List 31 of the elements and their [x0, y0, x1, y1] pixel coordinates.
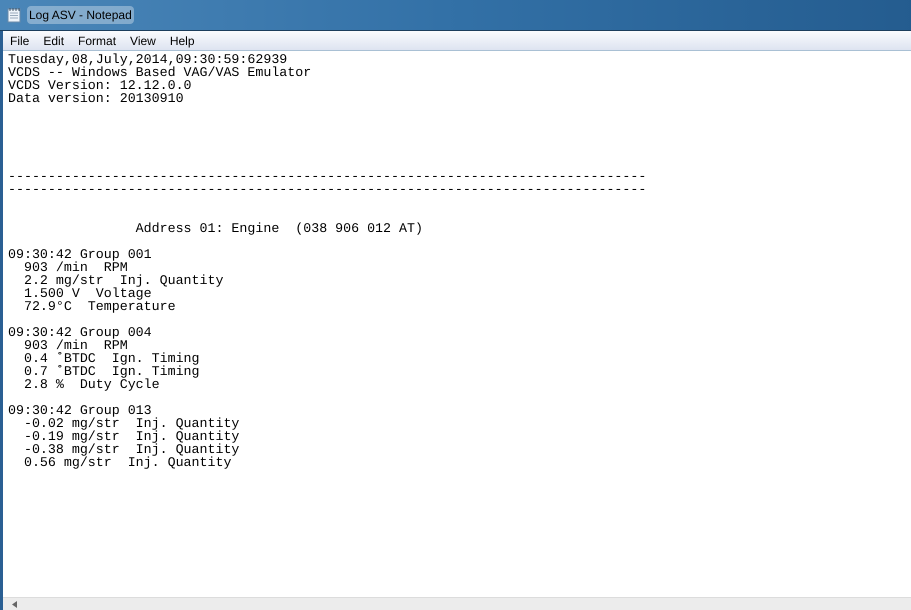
text-line: 2.8 % Duty Cycle	[22, 377, 160, 392]
menu-item[interactable]: View	[123, 31, 163, 50]
text-line: 0.4 ˚BTDC Ign. Timing	[22, 351, 200, 366]
menu-item[interactable]: Help	[162, 31, 202, 50]
text-line: VCDS -- Windows Based VAG/VAS Emulator	[8, 65, 312, 80]
text-line: -0.19 mg/str Inj. Quantity	[22, 429, 240, 444]
menu-item[interactable]: Edit	[36, 31, 72, 50]
text-line: --------------------------------------------------------------------------------	[8, 169, 646, 184]
menu-item[interactable]: Format	[71, 31, 124, 50]
notepad-icon	[7, 7, 21, 23]
text-line: -0.38 mg/str Inj. Quantity	[22, 442, 240, 457]
text-line: Data version: 20130910	[8, 91, 184, 106]
text-line: Address 01: Engine (038 906 012 AT)	[134, 221, 423, 236]
scroll-left-icon[interactable]	[12, 600, 17, 608]
text-line: Tuesday,08,July,2014,09:30:59:62939	[8, 52, 288, 67]
text-line: 1.500 V Voltage	[22, 286, 152, 301]
text-line: 09:30:42 Group 013	[8, 403, 152, 418]
text-line: 903 /min RPM	[22, 260, 128, 275]
text-line: 72.9°C Temperature	[22, 299, 176, 314]
text-line: -0.02 mg/str Inj. Quantity	[22, 416, 240, 431]
text-line: 2.2 mg/str Inj. Quantity	[22, 273, 224, 288]
text-line: --------------------------------------------------------------------------------	[8, 182, 646, 197]
text-line: 0.56 mg/str Inj. Quantity	[22, 455, 232, 470]
text-line: VCDS Version: 12.12.0.0	[8, 78, 192, 93]
text-line: 09:30:42 Group 004	[8, 325, 152, 340]
text-line: 0.7 ˚BTDC Ign. Timing	[22, 364, 200, 379]
text-line: 09:30:42 Group 001	[8, 247, 152, 262]
window-title: Log ASV - Notepad	[27, 6, 134, 24]
horizontal-scrollbar[interactable]	[3, 597, 911, 610]
text-line: 903 /min RPM	[22, 338, 128, 353]
menu-item[interactable]: File	[3, 31, 36, 50]
